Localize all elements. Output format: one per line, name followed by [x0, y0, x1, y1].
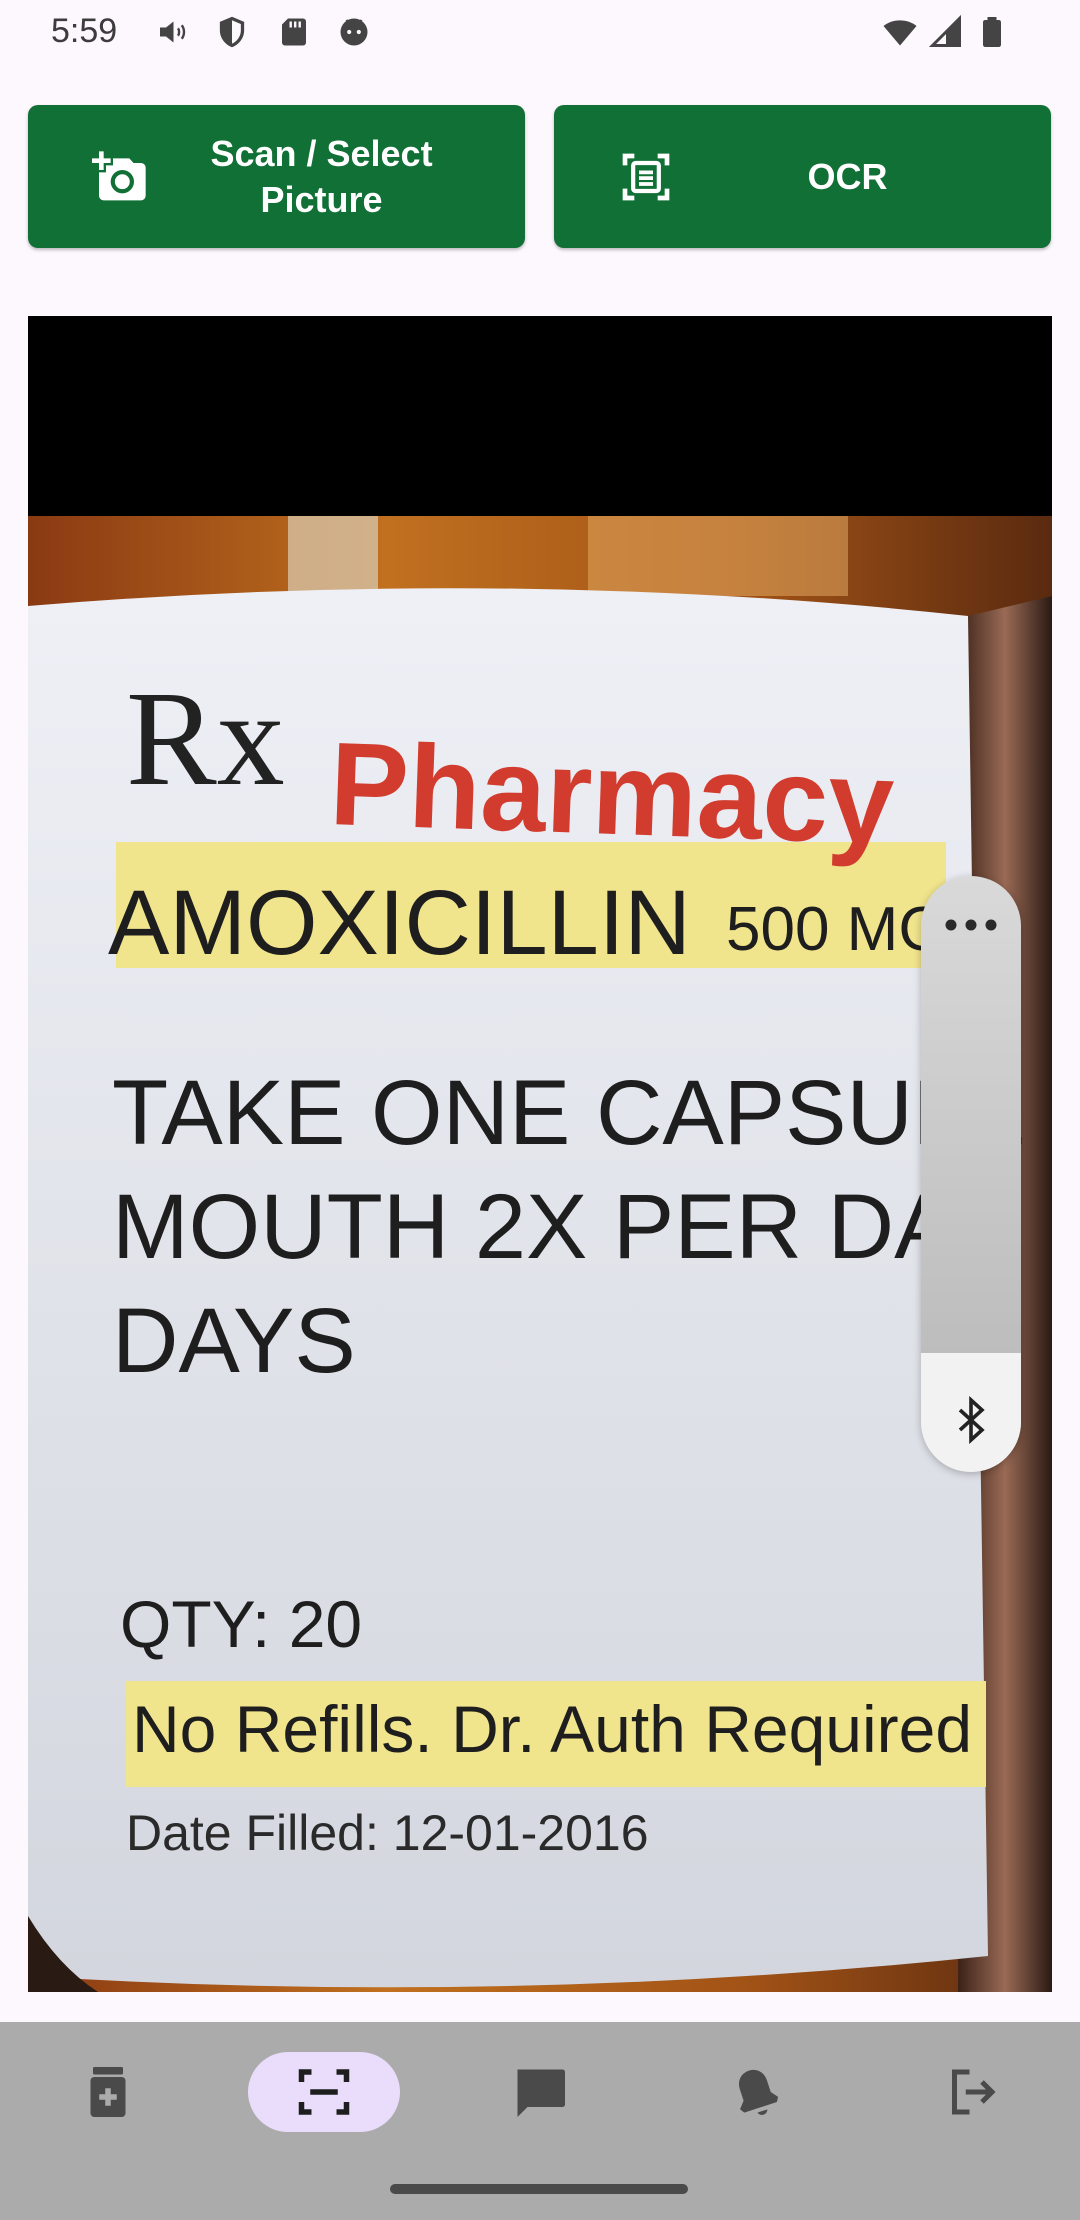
- scan-button-label: Scan / Select Picture: [210, 132, 433, 220]
- scanner-icon: [298, 2069, 350, 2115]
- nav-item-reminders[interactable]: [676, 2044, 836, 2140]
- drug-dose: 500 MG: [726, 895, 947, 964]
- rx-symbol: Rx: [126, 664, 285, 814]
- nav-item-medication[interactable]: [28, 2044, 188, 2140]
- nav-item-logout[interactable]: [892, 2044, 1052, 2140]
- label-text: Rx Pharmacy AMOXICILLIN 500 MG TAKE ONE …: [28, 316, 1052, 1992]
- medication-icon: [90, 2067, 126, 2117]
- shield-icon: [214, 14, 250, 50]
- notifications-icon: [739, 2069, 779, 2115]
- nav-item-scanner[interactable]: [244, 2044, 404, 2140]
- logout-icon: [952, 2069, 996, 2115]
- ocr-button[interactable]: OCR: [554, 105, 1051, 248]
- battery-icon: [974, 14, 1010, 50]
- ocr-button-label: OCR: [807, 155, 888, 197]
- scan-select-picture-button[interactable]: Scan / Select Picture: [28, 105, 525, 248]
- document-scanner-icon: [618, 149, 674, 205]
- status-time: 5:59: [51, 12, 118, 50]
- add-a-photo-icon: [92, 149, 148, 205]
- drug-name: AMOXICILLIN: [108, 872, 691, 974]
- directions-line: DAYS: [112, 1290, 356, 1392]
- chat-icon: [517, 2069, 565, 2117]
- pharmacy-title: Pharmacy: [327, 718, 897, 870]
- nav-item-chat[interactable]: [460, 2044, 620, 2140]
- date-filled: Date Filled: 12-01-2016: [126, 1805, 649, 1861]
- volume-panel[interactable]: [921, 876, 1021, 1472]
- wifi-icon: [882, 14, 918, 50]
- signal-icon: [928, 14, 964, 50]
- sd-card-icon: [276, 14, 312, 50]
- more-horiz-icon[interactable]: [944, 918, 998, 932]
- home-indicator[interactable]: [390, 2184, 688, 2194]
- directions-line: TAKE ONE CAPSULE: [112, 1062, 1026, 1164]
- directions-line: MOUTH 2X PER DAY: [112, 1176, 1010, 1278]
- directions: TAKE ONE CAPSULE MOUTH 2X PER DAY DAYS: [112, 1056, 1025, 1398]
- quantity: QTY: 20: [120, 1587, 363, 1661]
- bluetooth-icon: [947, 1396, 995, 1444]
- volume-vibrate-icon: [154, 14, 190, 50]
- status-bar: 5:59: [0, 0, 1080, 66]
- refills-note: No Refills. Dr. Auth Required: [132, 1692, 973, 1766]
- android-icon: [336, 14, 372, 50]
